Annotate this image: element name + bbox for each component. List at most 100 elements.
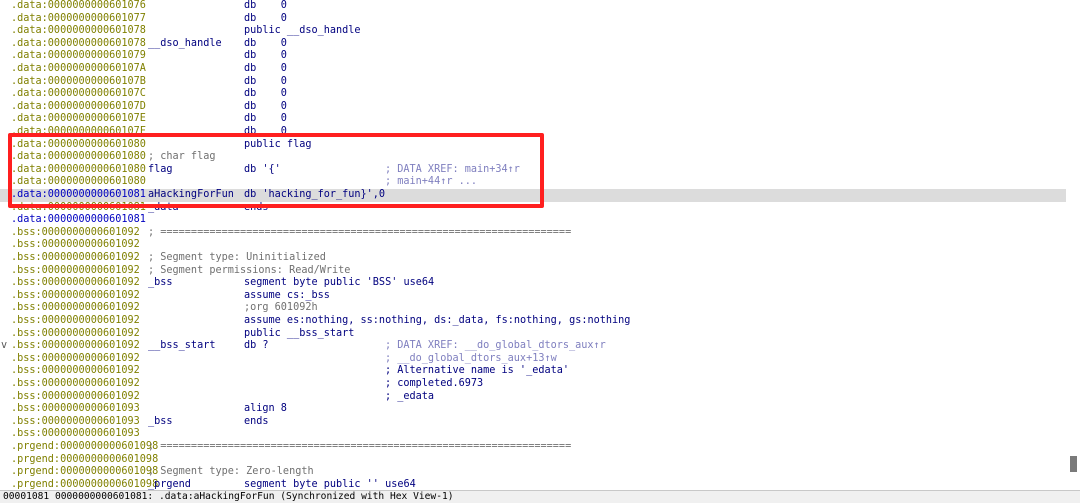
line-instruction[interactable]: public __bss_start <box>244 328 354 341</box>
listing-line[interactable]: .bss:0000000000601092 assume cs:_bss <box>0 290 1066 303</box>
xref-comment[interactable]: ; DATA XREF: __do_global_dtors_aux↑r <box>385 340 606 353</box>
listing-line[interactable]: .data:0000000000601080 ; main+44↑r ... <box>0 176 1066 189</box>
line-instruction[interactable]: db 0 <box>244 38 287 51</box>
listing-line[interactable]: .prgend:0000000000601098; Segment type: … <box>0 466 1066 479</box>
line-comment: ; char flag <box>148 151 216 163</box>
line-address: .data:0000000000601076 <box>11 0 146 11</box>
scrollbar-thumb[interactable] <box>1070 456 1077 472</box>
listing-line[interactable]: .data:0000000000601080; char flag <box>0 151 1066 164</box>
listing-line[interactable]: .bss:0000000000601092 ; =================… <box>0 227 1066 240</box>
line-label[interactable]: _prgend <box>148 479 191 490</box>
line-label[interactable]: __dso_handle <box>148 38 222 51</box>
line-instruction[interactable]: ;org 601092h <box>244 302 318 315</box>
line-instruction[interactable]: db '{' <box>244 164 281 177</box>
line-instruction[interactable]: assume es:nothing, ss:nothing, ds:_data,… <box>244 315 630 328</box>
line-instruction[interactable]: public __dso_handle <box>244 25 361 38</box>
listing-line[interactable]: .bss:0000000000601092 assume es:nothing, … <box>0 315 1066 328</box>
line-address: .bss:0000000000601092 <box>11 390 140 402</box>
listing-line[interactable]: .bss:0000000000601092 ;org 601092h <box>0 302 1066 315</box>
line-address: .data:0000000000601079 <box>11 50 146 62</box>
listing-line[interactable]: .data:000000000060107D db 0 <box>0 101 1066 114</box>
listing-line[interactable]: .bss:0000000000601092 ; Segment type: Uni… <box>0 252 1066 265</box>
line-label[interactable]: _data <box>148 202 179 215</box>
listing-line[interactable]: .data:0000000000601076 db 0 <box>0 0 1066 13</box>
listing-line[interactable]: .bss:0000000000601093 align 8 <box>0 403 1066 416</box>
line-instruction[interactable]: db 0 <box>244 76 287 89</box>
line-instruction[interactable]: ends <box>244 416 269 429</box>
listing-line[interactable]: .bss:0000000000601092 ; _edata <box>0 391 1066 404</box>
line-address: .bss:0000000000601092 <box>11 327 140 339</box>
status-bar: 00001081 0000000000601081: .data:aHackin… <box>0 490 1080 503</box>
line-address: .bss:0000000000601093 <box>11 415 140 427</box>
line-instruction[interactable]: db 0 <box>244 13 287 26</box>
listing-line[interactable]: .data:0000000000601081 aHackingForFun db '… <box>0 189 1066 202</box>
collapse-arrow-icon[interactable]: v <box>1 340 7 353</box>
listing-line[interactable]: .bss:0000000000601092 ; completed.6973 <box>0 378 1066 391</box>
line-label[interactable]: aHackingForFun <box>148 189 234 202</box>
line-instruction[interactable]: db 0 <box>244 50 287 63</box>
listing-line[interactable]: .bss:0000000000601093 <box>0 428 1066 441</box>
xref-comment[interactable]: ; Alternative name is '_edata' <box>385 365 569 378</box>
line-label[interactable]: flag <box>148 164 173 177</box>
line-instruction[interactable]: db 'hacking_for_fun}',0 <box>244 189 385 202</box>
listing-line[interactable]: .data:000000000060107C db 0 <box>0 88 1066 101</box>
listing-line[interactable]: .prgend:0000000000601098 <box>0 454 1066 467</box>
line-instruction[interactable]: db 0 <box>244 101 287 114</box>
listing-line[interactable]: .data:0000000000601079 db 0 <box>0 50 1066 63</box>
listing-line[interactable]: .data:000000000060107E db 0 <box>0 113 1066 126</box>
line-address: .bss:0000000000601092 <box>11 277 140 289</box>
xref-comment[interactable]: ; __do_global_dtors_aux+13↑w <box>385 353 557 366</box>
line-instruction[interactable]: segment byte public '' use64 <box>244 479 416 490</box>
line-address: .bss:0000000000601092 <box>11 289 140 301</box>
listing-line[interactable]: .data:0000000000601080 flag db '{' ; DATA X… <box>0 164 1066 177</box>
listing-line[interactable]: .bss:0000000000601092 ; __do_global_dtors… <box>0 353 1066 366</box>
line-address: .bss:0000000000601092 <box>11 315 140 326</box>
line-instruction[interactable]: public flag <box>244 139 311 152</box>
line-address: .bss:0000000000601092 <box>11 378 140 389</box>
line-label[interactable]: __bss_start <box>148 340 215 353</box>
line-address: .data:0000000000601080 <box>11 151 146 163</box>
xref-comment[interactable]: ; main+44↑r ... <box>385 176 477 189</box>
line-instruction[interactable]: align 8 <box>244 403 287 416</box>
line-instruction[interactable]: db 0 <box>244 88 287 101</box>
vertical-scrollbar[interactable] <box>1068 0 1080 490</box>
line-address: .data:0000000000601081 <box>11 201 146 213</box>
line-address: .data:0000000000601077 <box>11 12 146 24</box>
listing-line[interactable]: .data:0000000000601078 __dso_handle db 0 <box>0 38 1066 51</box>
listing-line[interactable]: .data:000000000060107A db 0 <box>0 63 1066 76</box>
listing-line[interactable]: .data:0000000000601081 <box>0 214 1066 227</box>
listing-line[interactable]: .data:000000000060107F db 0 <box>0 126 1066 139</box>
line-address: .bss:0000000000601092 <box>11 365 140 377</box>
disassembly-listing[interactable]: .data:0000000000601076 db 0 .data:00000000… <box>0 0 1068 490</box>
listing-line[interactable]: .data:000000000060107B db 0 <box>0 76 1066 89</box>
listing-line[interactable]: .prgend:0000000000601098; ==============… <box>0 441 1066 454</box>
listing-line[interactable]: .bss:0000000000601092 ; Segment permissio… <box>0 265 1066 278</box>
line-instruction[interactable]: db 0 <box>244 0 287 13</box>
listing-line[interactable]: .data:0000000000601081 _data ends <box>0 202 1066 215</box>
listing-line[interactable]: .bss:0000000000601092 public __bss_start <box>0 328 1066 341</box>
listing-line[interactable]: .bss:0000000000601092 ; Alternative name … <box>0 365 1066 378</box>
line-label[interactable]: _bss <box>148 416 173 429</box>
line-address: .data:0000000000601080 <box>11 176 146 188</box>
line-instruction[interactable]: assume cs:_bss <box>244 290 330 303</box>
line-label[interactable]: _bss <box>148 277 173 290</box>
line-instruction[interactable]: ends <box>244 202 269 215</box>
listing-line[interactable]: .data:0000000000601078 public __dso_handl… <box>0 25 1066 38</box>
listing-line[interactable]: .data:0000000000601077 db 0 <box>0 13 1066 26</box>
line-comment: ; Segment type: Uninitialized <box>148 252 326 263</box>
line-comment: ; Segment type: Zero-length <box>148 466 314 478</box>
line-instruction[interactable]: db 0 <box>244 113 287 126</box>
listing-line[interactable]: v .bss:0000000000601092 __bss_start db ? ; D… <box>0 340 1066 353</box>
xref-comment[interactable]: ; DATA XREF: main+34↑r <box>385 164 520 177</box>
listing-line[interactable]: .bss:0000000000601092 _bss segment byte pu… <box>0 277 1066 290</box>
line-instruction[interactable]: segment byte public 'BSS' use64 <box>244 277 434 290</box>
listing-line[interactable]: .bss:0000000000601092 <box>0 239 1066 252</box>
xref-comment[interactable]: ; _edata <box>385 391 434 404</box>
xref-comment[interactable]: ; completed.6973 <box>385 378 483 391</box>
line-instruction[interactable]: db ? <box>244 340 269 353</box>
line-instruction[interactable]: db 0 <box>244 126 287 139</box>
line-instruction[interactable]: db 0 <box>244 63 287 76</box>
listing-line[interactable]: .prgend:0000000000601098 _prgend segment b… <box>0 479 1066 490</box>
listing-line[interactable]: .bss:0000000000601093 _bss ends <box>0 416 1066 429</box>
listing-line[interactable]: .data:0000000000601080 public flag <box>0 139 1066 152</box>
